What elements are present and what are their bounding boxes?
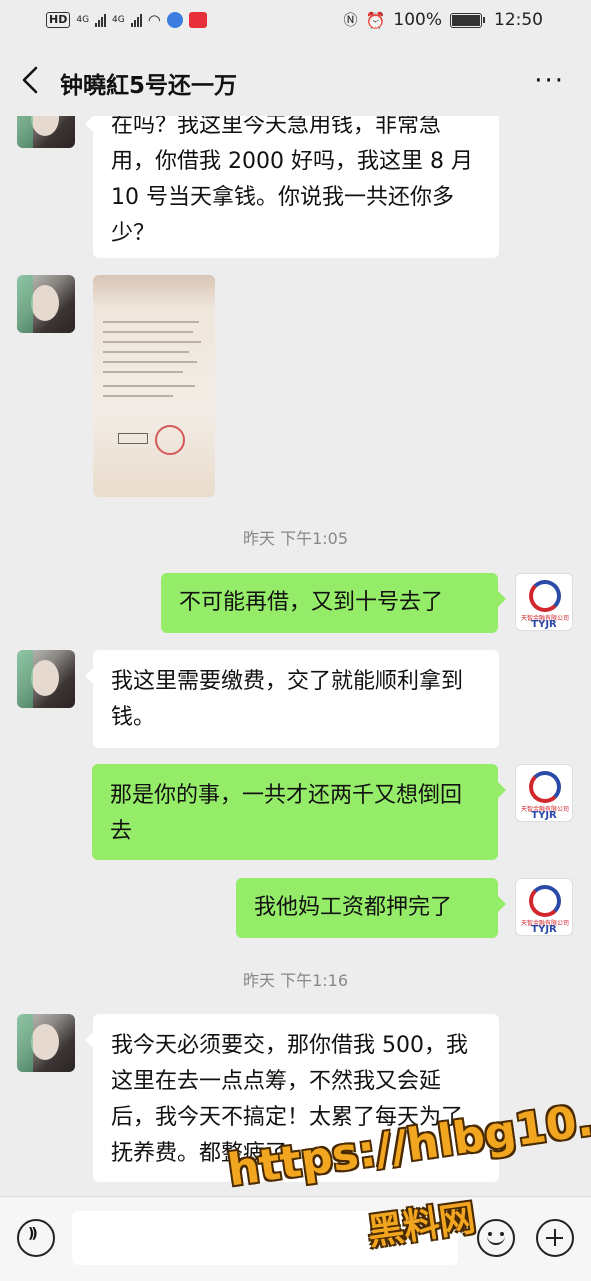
message-bubble[interactable]: 在吗？我这里今天急用钱，非常急用，你借我 2000 好吗，我这里 8 月 10 … <box>85 116 499 258</box>
message-bubble[interactable]: 不可能再借，又到十号去了 <box>161 573 506 633</box>
chat-title: 钟曉紅5号还一万 <box>60 73 238 99</box>
emoji-icon[interactable] <box>477 1219 515 1257</box>
wifi-icon: ◠ <box>147 11 161 29</box>
battery-icon <box>450 12 485 28</box>
voice-input-icon[interactable] <box>17 1219 55 1257</box>
clock: 12:50 <box>494 10 543 30</box>
more-options-icon[interactable]: ··· <box>534 66 565 96</box>
contact-avatar[interactable] <box>17 1014 75 1072</box>
timestamp: 昨天 下午1:05 <box>242 529 349 548</box>
my-avatar[interactable]: 天智金融有限公司 TYJR <box>515 764 573 822</box>
my-avatar[interactable]: 天智金融有限公司 TYJR <box>515 573 573 631</box>
status-bar: HD 4G 4G ◠ Ⓝ ⏰ 100% 12:50 <box>0 0 591 44</box>
app-store-icon <box>188 12 207 28</box>
chat-messages[interactable]: 在吗？我这里今天急用钱，非常急用，你借我 2000 好吗，我这里 8 月 10 … <box>0 116 591 1196</box>
company-name-en: TYJR <box>531 810 557 821</box>
my-avatar[interactable]: 天智金融有限公司 TYJR <box>515 878 573 936</box>
signal-1-icon <box>95 13 107 27</box>
signal-1-label: 4G <box>76 14 90 25</box>
contact-avatar[interactable] <box>17 650 75 708</box>
contact-avatar[interactable] <box>17 116 75 148</box>
company-name-en: TYJR <box>531 924 557 935</box>
signal-2-icon <box>130 13 142 27</box>
music-icon <box>166 12 183 28</box>
status-right: Ⓝ ⏰ 100% 12:50 <box>343 10 543 30</box>
message-bubble[interactable]: 那是你的事，一共才还两千又想倒回去 <box>92 764 506 860</box>
add-attachment-icon[interactable] <box>536 1219 574 1257</box>
battery-percent: 100% <box>393 10 442 30</box>
document-photo[interactable] <box>93 275 215 497</box>
nfc-icon: Ⓝ <box>343 13 358 29</box>
status-left: HD 4G 4G ◠ <box>46 11 207 29</box>
chat-header: 钟曉紅5号还一万 ··· <box>0 44 591 116</box>
company-name-en: TYJR <box>531 619 557 630</box>
message-bubble[interactable]: 我这里需要缴费，交了就能顺利拿到钱。 <box>85 650 499 748</box>
red-stamp-icon <box>155 425 185 455</box>
message-bubble[interactable]: 我他妈工资都押完了 <box>236 878 506 938</box>
timestamp: 昨天 下午1:16 <box>242 971 349 990</box>
signal-2-label: 4G <box>112 14 125 25</box>
alarm-icon: ⏰ <box>365 10 386 30</box>
input-bar <box>0 1196 591 1281</box>
contact-avatar[interactable] <box>17 275 75 333</box>
back-arrow-icon[interactable] <box>14 62 50 98</box>
hd-indicator: HD <box>46 12 71 28</box>
